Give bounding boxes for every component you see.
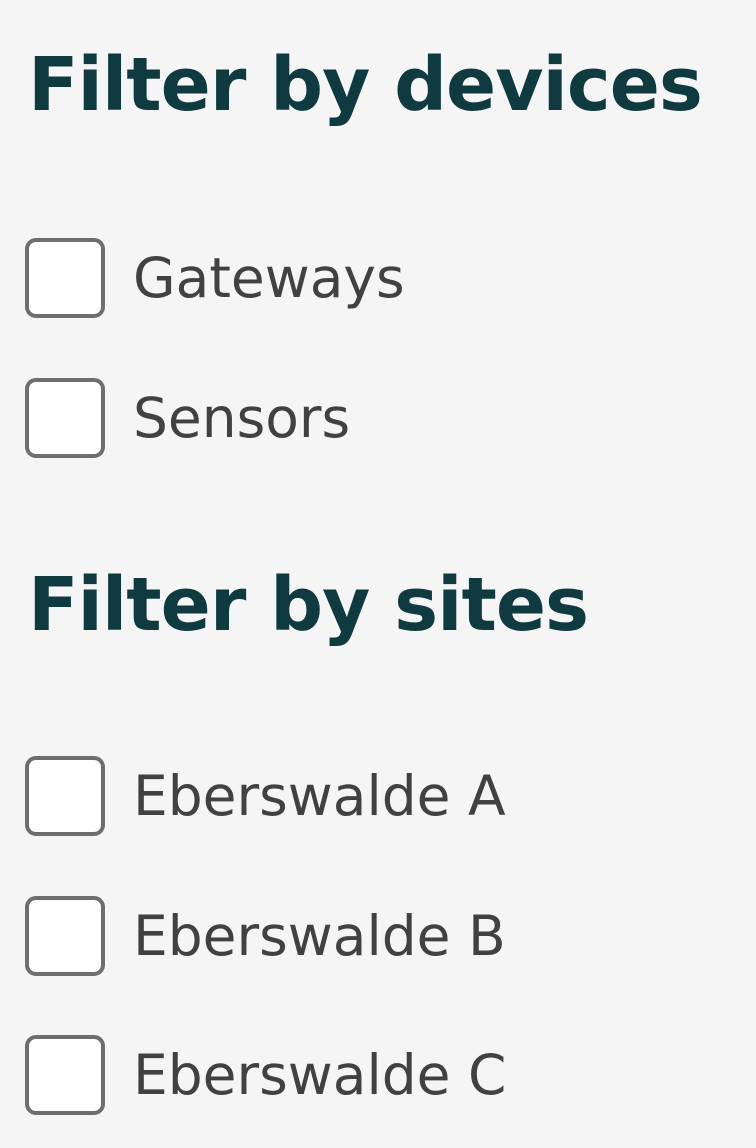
- eberswalde-b-checkbox[interactable]: [25, 896, 105, 976]
- sensors-checkbox[interactable]: [25, 378, 105, 458]
- eberswalde-a-checkbox[interactable]: [25, 756, 105, 836]
- devices-filter-title: Filter by devices: [28, 42, 703, 128]
- gateways-filter-option[interactable]: Gateways: [25, 235, 405, 321]
- eberswalde-b-filter-option[interactable]: Eberswalde B: [25, 893, 506, 979]
- eberswalde-c-checkbox[interactable]: [25, 1035, 105, 1115]
- gateways-label: Gateways: [133, 245, 405, 310]
- eberswalde-a-label: Eberswalde A: [133, 763, 506, 828]
- eberswalde-b-label: Eberswalde B: [133, 903, 506, 968]
- gateways-checkbox[interactable]: [25, 238, 105, 318]
- sites-filter-title: Filter by sites: [28, 562, 589, 648]
- eberswalde-c-label: Eberswalde C: [133, 1042, 507, 1107]
- sensors-label: Sensors: [133, 385, 351, 450]
- sensors-filter-option[interactable]: Sensors: [25, 375, 350, 461]
- eberswalde-c-filter-option[interactable]: Eberswalde C: [25, 1032, 506, 1118]
- eberswalde-a-filter-option[interactable]: Eberswalde A: [25, 753, 506, 839]
